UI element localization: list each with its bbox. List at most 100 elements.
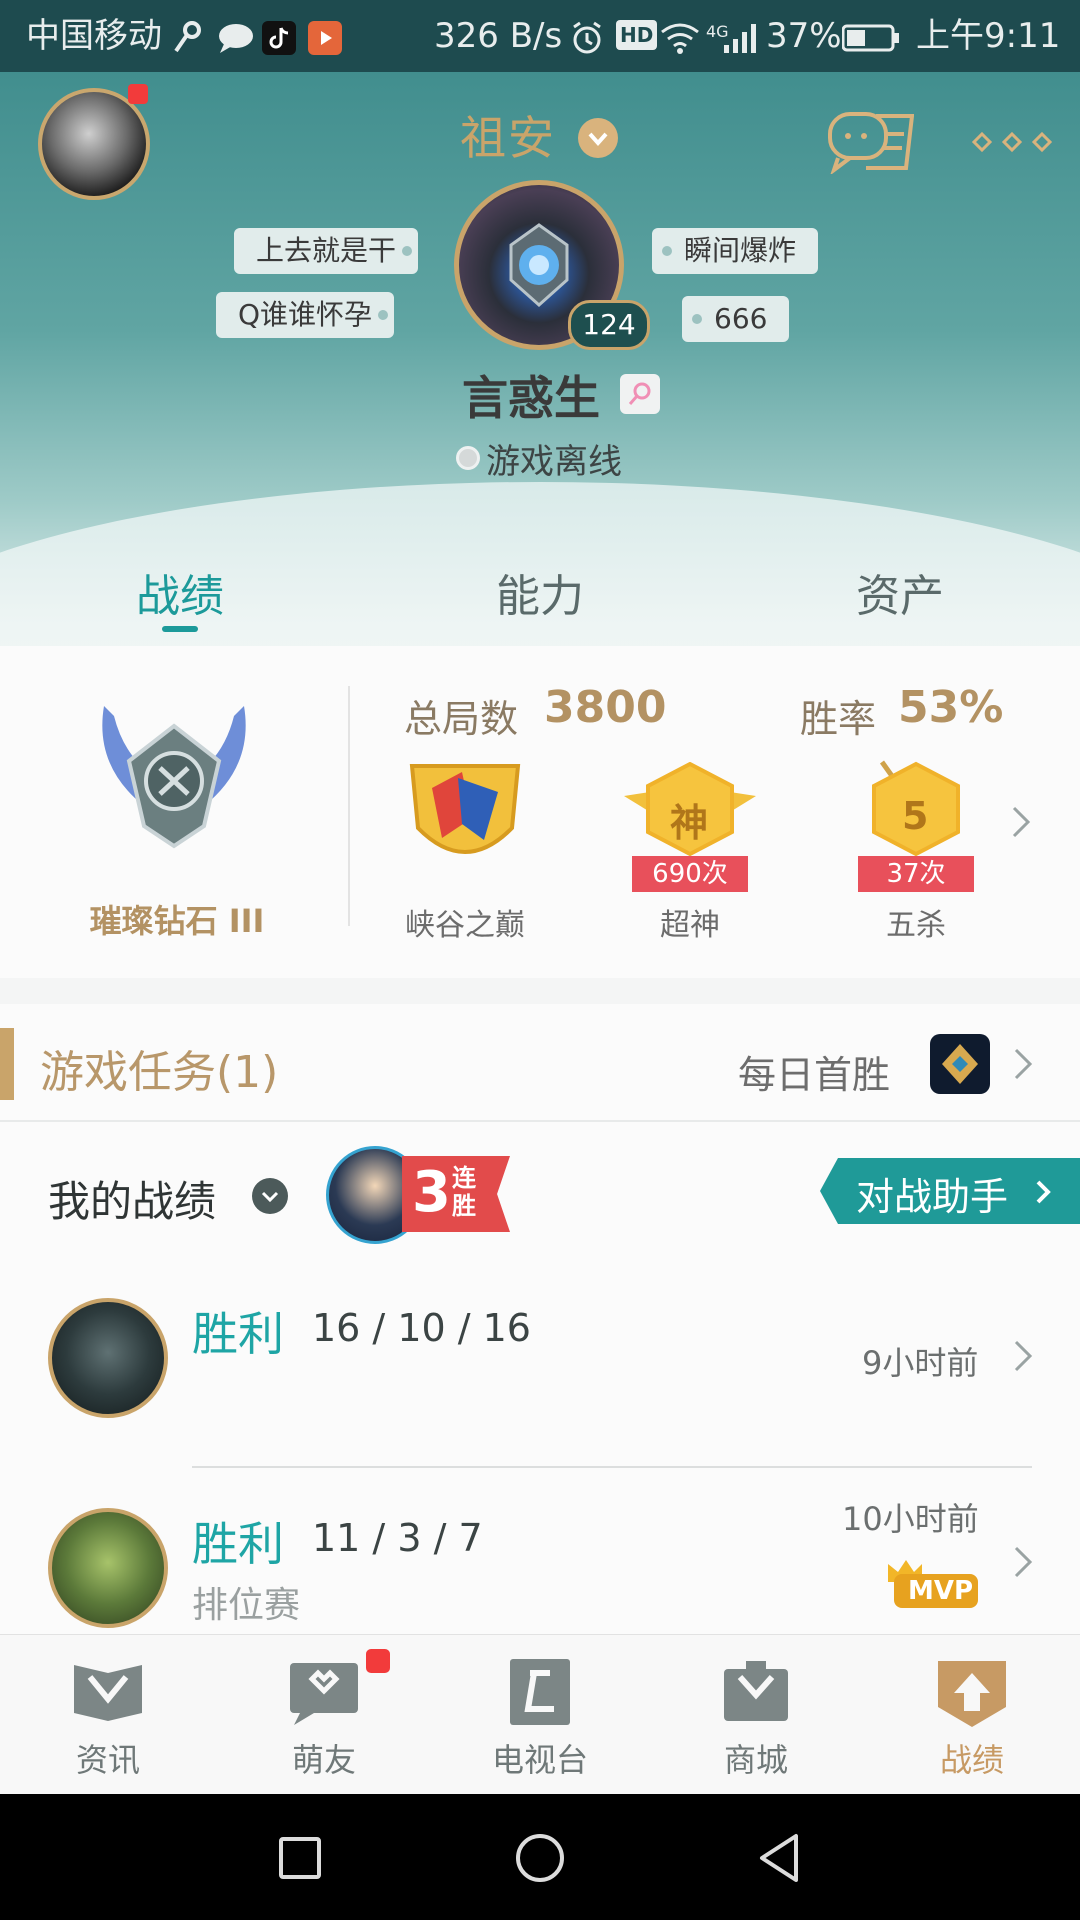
tab-record[interactable]: 战绩: [70, 560, 290, 624]
chevron-right-icon: [1012, 1542, 1036, 1582]
nav-label: 战绩: [939, 1741, 1004, 1779]
mvp-badge: MVP: [886, 1558, 980, 1610]
win-rate-value: 53%: [898, 682, 1004, 733]
battery-icon: [842, 14, 900, 58]
chat-icon: [218, 14, 254, 58]
rank-title: 璀璨钻石 III: [89, 902, 265, 940]
tag-left-1[interactable]: 上去就是干: [234, 228, 419, 274]
match-kda: 16 / 10 / 16: [312, 1306, 531, 1350]
match-row[interactable]: 胜利 16 / 10 / 16 9小时前: [0, 1298, 1080, 1438]
row-divider: [192, 1466, 1032, 1468]
nav-record[interactable]: 战绩: [892, 1655, 1052, 1781]
nav-friends[interactable]: 萌友: [244, 1655, 404, 1781]
match-mode: 排位赛: [192, 1585, 301, 1626]
battle-assistant-label[interactable]: 对战助手: [856, 1166, 1008, 1221]
alarm-icon: [570, 14, 604, 58]
tag-label: 瞬间爆炸: [684, 234, 797, 267]
network-speed: 326 B/s: [434, 16, 563, 56]
mvp-label: MVP: [908, 1576, 974, 1606]
tag-right-1[interactable]: 瞬间爆炸: [652, 228, 819, 274]
tag-right-2[interactable]: 666: [682, 296, 790, 342]
badge-count: 37次: [858, 856, 974, 892]
nav-label: 资讯: [75, 1741, 140, 1779]
tag-left-2[interactable]: Q谁谁怀孕: [216, 292, 395, 338]
online-status: 游戏离线: [486, 442, 622, 482]
wifi-icon: [660, 14, 700, 58]
tag-label: Q谁谁怀孕: [238, 298, 373, 331]
match-time: 10小时前: [842, 1500, 979, 1538]
tag-label: 666: [714, 302, 768, 335]
streak-count: 3: [412, 1160, 451, 1225]
status-bar: 中国移动 326 B/s HD 4G 37% 上午9:11: [0, 0, 1080, 72]
total-games-label: 总局数: [404, 697, 519, 741]
carrier-label: 中国移动: [26, 16, 162, 56]
record-icon: [938, 1661, 1006, 1727]
hd-badge: HD: [616, 20, 658, 50]
region-name[interactable]: 祖安: [460, 102, 556, 168]
key-icon: [172, 14, 202, 58]
battery-percent: 37%: [766, 16, 842, 56]
badge-label: 五杀: [886, 908, 946, 943]
tag-dot: [378, 310, 389, 320]
username: 言惑生: [462, 371, 600, 425]
record-dropdown-icon[interactable]: [252, 1178, 288, 1214]
champion-avatar: [48, 1298, 168, 1418]
my-avatar[interactable]: [38, 88, 150, 200]
summit-badge-icon: [402, 758, 528, 876]
tab-ability[interactable]: 能力: [430, 560, 650, 624]
match-kda: 11 / 3 / 7: [312, 1516, 483, 1560]
badge-count: 690次: [632, 856, 748, 892]
my-record-title[interactable]: 我的战绩: [48, 1168, 216, 1229]
nav-label: 电视台: [491, 1741, 588, 1779]
match-history-section: 我的战绩 3 连胜 对战助手 胜利 16 / 10 / 16 9小时前 胜利 1…: [0, 1122, 1080, 1634]
more-options-icon[interactable]: [971, 128, 1053, 156]
game-tasks-row[interactable]: 游戏任务(1) 每日首胜: [0, 1004, 1080, 1122]
back-icon[interactable]: [756, 1832, 804, 1884]
notification-dot: [128, 84, 148, 104]
tasks-title: 游戏任务(1): [40, 1047, 279, 1098]
nav-label: 商城: [723, 1741, 788, 1779]
nav-tv[interactable]: 电视台: [460, 1655, 620, 1781]
tag-dot: [402, 246, 413, 256]
match-result: 胜利: [192, 1517, 284, 1571]
signal-icon: [722, 14, 762, 58]
tab-assets[interactable]: 资产: [790, 560, 1010, 624]
bottom-navigation: 资讯 萌友 电视台 商城 战绩: [0, 1634, 1080, 1795]
friends-icon: [290, 1663, 358, 1725]
system-navigation-bar: [0, 1794, 1080, 1920]
total-games-value: 3800: [544, 682, 667, 733]
section-marker: [0, 1028, 14, 1100]
match-result: 胜利: [192, 1307, 284, 1361]
tab-indicator: [162, 626, 198, 632]
tag-dot: [662, 246, 672, 256]
offline-dot: [456, 446, 480, 470]
daily-first-win-label: 每日首胜: [738, 1053, 891, 1097]
streak-label: 连胜: [452, 1164, 476, 1220]
notification-dot: [366, 1649, 390, 1673]
home-icon[interactable]: [514, 1832, 566, 1884]
chevron-right-icon: [1034, 1178, 1054, 1206]
tv-icon: [510, 1659, 570, 1725]
nav-news[interactable]: 资讯: [28, 1655, 188, 1781]
badge-label: 超神: [660, 908, 720, 943]
champion-avatar: [48, 1508, 168, 1628]
badge-glyph: 5: [902, 794, 929, 838]
daily-task-icon: [930, 1034, 990, 1094]
tag-dot: [692, 314, 702, 324]
tiktok-icon: [262, 14, 296, 58]
chevron-right-icon[interactable]: [1012, 1044, 1036, 1084]
recent-apps-icon[interactable]: [278, 1836, 322, 1880]
badge-label: 峡谷之巅: [405, 908, 525, 943]
match-row[interactable]: 胜利 11 / 3 / 7 排位赛 10小时前 MVP: [0, 1500, 1080, 1634]
nav-shop[interactable]: 商城: [676, 1655, 836, 1781]
level-badge: 124: [568, 300, 650, 350]
nav-label: 萌友: [291, 1741, 356, 1779]
rank-card[interactable]: 璀璨钻石 III 总局数 3800 胜率 53% 峡谷之巅 神 690次 超神 …: [0, 646, 1080, 978]
rank-emblem-icon: [84, 686, 264, 856]
region-dropdown-icon[interactable]: [578, 118, 618, 158]
video-app-icon: [308, 14, 342, 58]
news-icon: [74, 1665, 142, 1721]
chevron-right-icon[interactable]: [1010, 802, 1034, 842]
tag-label: 上去就是干: [256, 234, 397, 267]
message-board-icon[interactable]: [826, 110, 915, 176]
